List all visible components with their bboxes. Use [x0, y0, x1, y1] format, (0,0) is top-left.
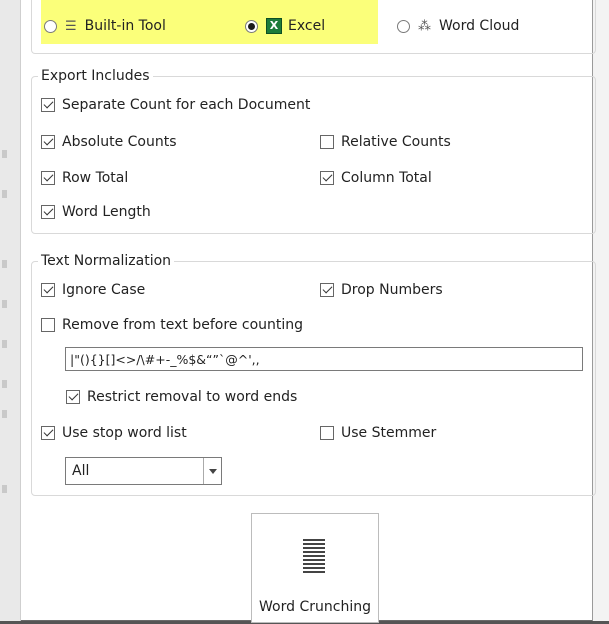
left-sidebar-strip: [0, 0, 21, 624]
list-icon: ☰: [65, 18, 77, 34]
separate-count-row[interactable]: Separate Count for each Document: [41, 95, 310, 115]
relative-counts-row[interactable]: Relative Counts: [320, 132, 451, 152]
output-type-group: ☰ Built-in Tool X Excel ⁂ Word Cloud: [31, 0, 596, 54]
excel-option[interactable]: X Excel: [245, 16, 325, 36]
word-crunching-label: Word Crunching: [259, 599, 371, 615]
excel-label: Excel: [288, 18, 326, 34]
relative-counts-checkbox[interactable]: [320, 135, 334, 149]
absolute-counts-row[interactable]: Absolute Counts: [41, 132, 177, 152]
restrict-removal-label: Restrict removal to word ends: [87, 389, 298, 405]
row-total-label: Row Total: [62, 170, 129, 186]
word-crunching-icon: [303, 539, 325, 575]
column-total-label: Column Total: [341, 170, 432, 186]
export-includes-legend: Export Includes: [41, 68, 150, 84]
restrict-removal-checkbox[interactable]: [66, 390, 80, 404]
stop-word-list-row[interactable]: Use stop word list: [41, 423, 187, 443]
text-normalization-legend: Text Normalization: [41, 253, 172, 269]
stop-word-list-value: All: [72, 463, 90, 479]
word-length-row[interactable]: Word Length: [41, 202, 151, 222]
word-cloud-icon: ⁂: [418, 18, 431, 34]
ignore-case-row[interactable]: Ignore Case: [41, 280, 145, 300]
separate-count-checkbox[interactable]: [41, 98, 55, 112]
word-length-label: Word Length: [62, 204, 151, 220]
drop-numbers-label: Drop Numbers: [341, 282, 443, 298]
stop-word-list-checkbox[interactable]: [41, 426, 55, 440]
absolute-counts-label: Absolute Counts: [62, 134, 177, 150]
column-total-checkbox[interactable]: [320, 171, 334, 185]
word-cloud-radio[interactable]: [397, 19, 410, 33]
ignore-case-label: Ignore Case: [62, 282, 146, 298]
ignore-case-checkbox[interactable]: [41, 283, 55, 297]
remove-from-text-checkbox[interactable]: [41, 318, 55, 332]
separate-count-label: Separate Count for each Document: [62, 97, 311, 113]
word-length-checkbox[interactable]: [41, 205, 55, 219]
excel-icon: X: [266, 18, 282, 34]
absolute-counts-checkbox[interactable]: [41, 135, 55, 149]
excel-radio[interactable]: [245, 19, 258, 33]
column-total-row[interactable]: Column Total: [320, 168, 432, 188]
stop-word-list-label: Use stop word list: [62, 425, 187, 441]
builtin-tool-label: Built-in Tool: [84, 18, 166, 34]
use-stemmer-row[interactable]: Use Stemmer: [320, 423, 436, 443]
row-total-checkbox[interactable]: [41, 171, 55, 185]
remove-from-text-label: Remove from text before counting: [62, 317, 304, 333]
stop-word-list-select[interactable]: All: [65, 457, 222, 485]
word-cloud-option[interactable]: ⁂ Word Cloud: [397, 16, 519, 36]
remove-from-text-row[interactable]: Remove from text before counting: [41, 315, 303, 335]
drop-numbers-row[interactable]: Drop Numbers: [320, 280, 443, 300]
word-cloud-label: Word Cloud: [439, 18, 520, 34]
use-stemmer-label: Use Stemmer: [341, 425, 437, 441]
remove-chars-input[interactable]: [65, 347, 583, 371]
relative-counts-label: Relative Counts: [341, 134, 451, 150]
restrict-removal-row[interactable]: Restrict removal to word ends: [66, 387, 297, 407]
use-stemmer-checkbox[interactable]: [320, 426, 334, 440]
builtin-tool-radio[interactable]: [44, 19, 57, 33]
drop-numbers-checkbox[interactable]: [320, 283, 334, 297]
builtin-tool-option[interactable]: ☰ Built-in Tool: [44, 16, 166, 36]
word-crunching-button[interactable]: Word Crunching: [251, 513, 379, 623]
chevron-down-icon[interactable]: [203, 458, 221, 484]
row-total-row[interactable]: Row Total: [41, 168, 128, 188]
